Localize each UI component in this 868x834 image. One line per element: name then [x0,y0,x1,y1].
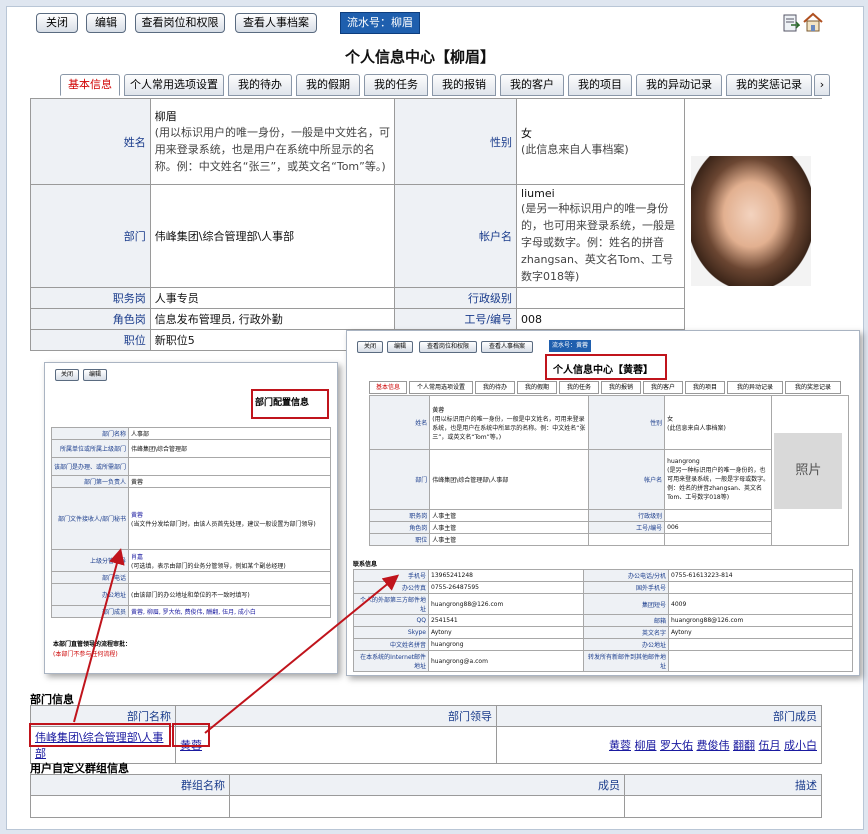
arrow-dept-to-config [73,548,125,723]
arrow-leader-to-person [204,574,400,734]
annotation-arrows [73,548,400,734]
